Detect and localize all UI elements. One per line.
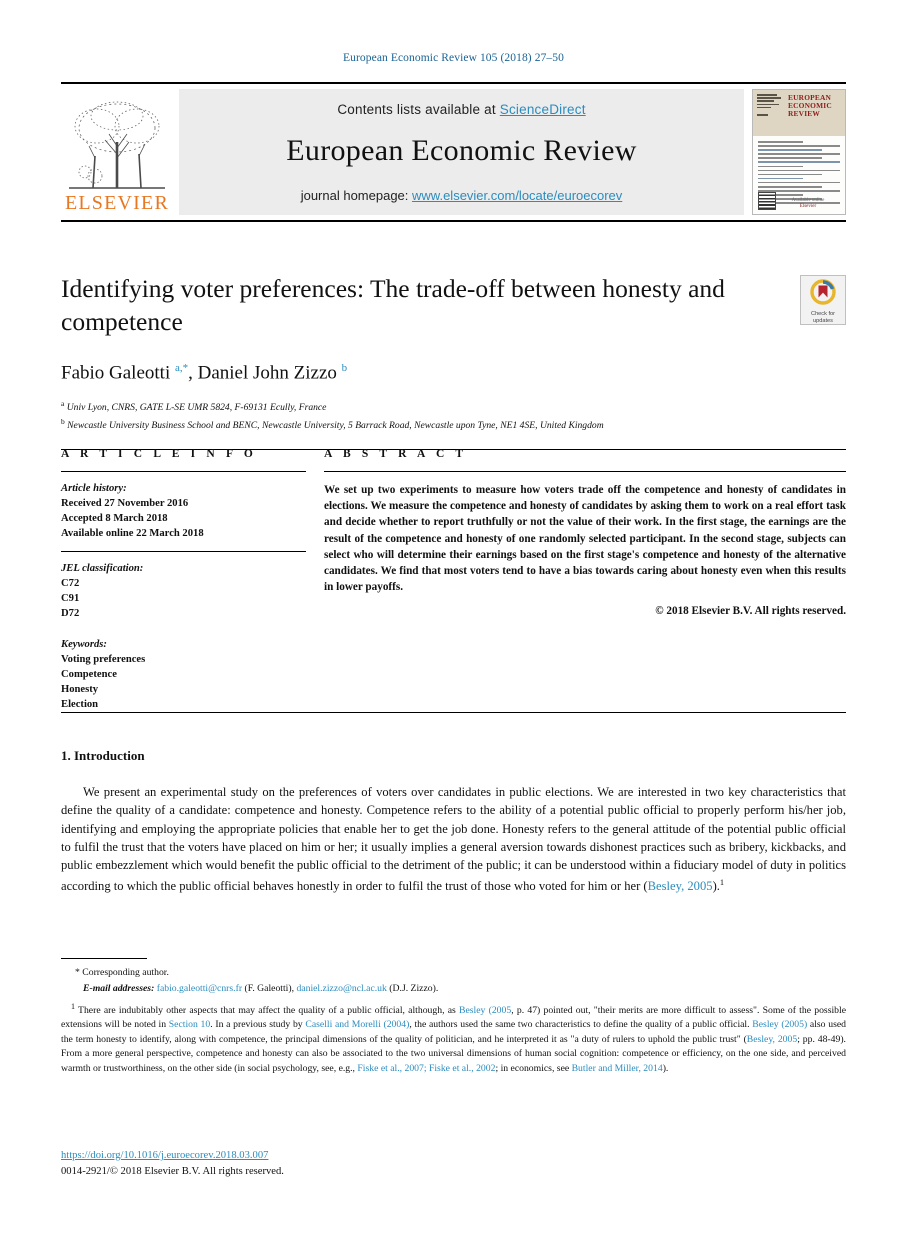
publication-footer: https://doi.org/10.1016/j.euroecorev.201…	[61, 1148, 846, 1179]
front-matter-bottom-rule	[61, 712, 846, 713]
page-title: Identifying voter preferences: The trade…	[61, 274, 725, 336]
jel-group: JEL classification: C72 C91 D72	[61, 561, 306, 621]
jel-title: JEL classification:	[61, 563, 144, 574]
abstract-text: We set up two experiments to measure how…	[324, 484, 846, 594]
jel-code-0: C72	[61, 578, 80, 589]
keyword-3: Election	[61, 699, 99, 710]
journal-masthead: ELSEVIER Contents lists available at Sci…	[61, 82, 846, 222]
cover-qr-icon	[758, 192, 776, 210]
cover-journal-title: EUROPEAN ECONOMIC REVIEW	[788, 93, 832, 119]
doi-link[interactable]: https://doi.org/10.1016/j.euroecorev.201…	[61, 1150, 268, 1161]
contents-available-line: Contents lists available at ScienceDirec…	[337, 102, 585, 117]
introduction-heading: 1. Introduction	[61, 748, 145, 763]
history-available: Available online 22 March 2018	[61, 528, 204, 539]
elsevier-tree-icon	[69, 101, 165, 189]
article-history-title: Article history:	[61, 483, 127, 494]
affiliation-a: a Univ Lyon, CNRS, GATE L-SE UMR 5824, F…	[61, 399, 327, 414]
footnote-separator	[61, 958, 147, 959]
title-block: Identifying voter preferences: The trade…	[61, 272, 846, 450]
cover-header: EUROPEAN ECONOMIC REVIEW	[753, 90, 845, 136]
article-history-rule	[61, 551, 306, 552]
journal-homepage-line: journal homepage: www.elsevier.com/locat…	[301, 188, 623, 203]
article-info-column: A R T I C L E I N F O Article history: R…	[61, 448, 306, 712]
jel-code-2: D72	[61, 608, 80, 619]
journal-title: European Economic Review	[286, 133, 637, 167]
keywords-title: Keywords:	[61, 639, 107, 650]
history-received: Received 27 November 2016	[61, 498, 189, 509]
keyword-0: Voting preferences	[61, 654, 146, 665]
homepage-prefix: journal homepage:	[300, 187, 413, 203]
abstract-heading: A B S T R A C T	[324, 448, 468, 460]
footnotes-block: * Corresponding author. E-mail addresses…	[61, 966, 846, 1076]
cover-caption-1: Elsevier	[799, 204, 817, 209]
affiliation-b: b Newcastle University Business School a…	[61, 417, 604, 432]
article-info-heading: A R T I C L E I N F O	[61, 448, 257, 460]
info-abstract-region: A R T I C L E I N F O Article history: R…	[61, 448, 846, 712]
journal-cover-thumbnail: EUROPEAN ECONOMIC REVIEW Available onlin…	[752, 89, 846, 215]
abstract-rule	[324, 471, 846, 472]
crossmark-badge[interactable]: Check for updates	[800, 275, 846, 325]
keyword-1: Competence	[61, 669, 117, 680]
affiliation-a-text: Univ Lyon, CNRS, GATE L-SE UMR 5824, F-6…	[66, 402, 327, 414]
introduction-section: 1. Introduction We present an experiment…	[61, 748, 846, 896]
journal-band: Contents lists available at ScienceDirec…	[179, 89, 744, 215]
affiliation-b-text: Newcastle University Business School and…	[67, 420, 604, 432]
cover-masthead-lines	[757, 94, 785, 136]
masthead-top-rule	[61, 82, 846, 84]
elsevier-wordmark: ELSEVIER	[64, 192, 170, 214]
abstract-copyright: © 2018 Elsevier B.V. All rights reserved…	[655, 605, 846, 618]
article-info-rule	[61, 471, 306, 472]
abstract-column: A B S T R A C T We set up two experiment…	[324, 448, 846, 712]
jel-code-1: C91	[61, 593, 80, 604]
cover-footer: Available online Elsevier	[758, 192, 840, 210]
affiliations: a Univ Lyon, CNRS, GATE L-SE UMR 5824, F…	[61, 397, 846, 432]
sciencedirect-link[interactable]: ScienceDirect	[500, 102, 586, 117]
journal-homepage-link[interactable]: www.elsevier.com/locate/euroecorev	[412, 188, 622, 203]
running-head: European Economic Review 105 (2018) 27–5…	[343, 52, 564, 64]
article-history-group: Article history: Received 27 November 20…	[61, 481, 306, 541]
crossmark-icon	[810, 279, 836, 305]
footnote-corresponding-author: * Corresponding author.	[75, 967, 169, 978]
history-accepted: Accepted 8 March 2018	[61, 513, 168, 524]
keywords-group: Keywords: Voting preferences Competence …	[61, 637, 306, 712]
issn-copyright-line: 0014-2921/© 2018 Elsevier B.V. All right…	[61, 1165, 284, 1177]
footnote-1: 1 There are indubitably other aspects th…	[61, 1001, 846, 1074]
masthead-bottom-rule	[61, 220, 846, 222]
introduction-paragraph: We present an experimental study on the …	[61, 785, 846, 894]
cover-footer-text: Available online Elsevier	[776, 198, 840, 210]
crossmark-label: Check for updates	[811, 311, 835, 324]
keyword-2: Honesty	[61, 684, 99, 695]
footnote-emails: E-mail addresses: fabio.galeotti@cnrs.fr…	[83, 983, 439, 995]
author-list: Fabio Galeotti a,*, Daniel John Zizzo b	[61, 362, 348, 384]
paper-page: European Economic Review 105 (2018) 27–5…	[0, 0, 907, 1238]
elsevier-logo: ELSEVIER	[61, 89, 173, 215]
contents-prefix: Contents lists available at	[337, 101, 500, 117]
